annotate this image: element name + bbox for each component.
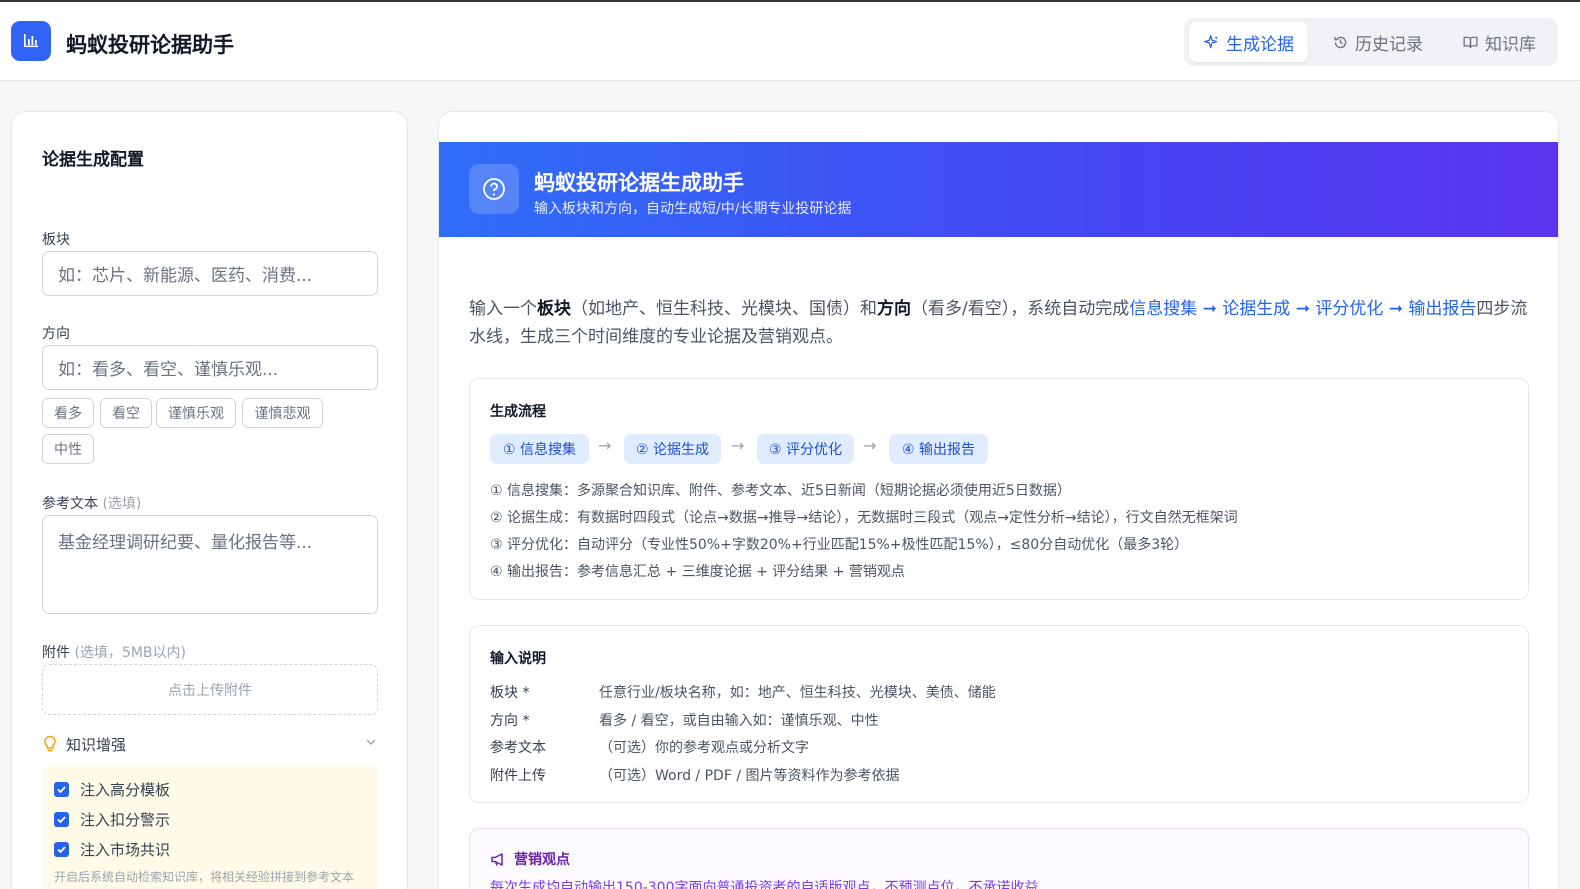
flow-card-title: 生成流程	[490, 404, 546, 420]
nav-history-label: 历史记录	[1355, 34, 1423, 55]
nav-knowledge-button[interactable]: 知识库	[1448, 22, 1550, 62]
input-desc-key: 参考文本	[490, 740, 546, 756]
nav-generate-label: 生成论据	[1226, 34, 1294, 55]
flow-step-pill: ④ 输出报告	[889, 434, 988, 464]
chevron-down-icon	[366, 739, 376, 746]
direction-chip-bearish[interactable]: 看空	[100, 398, 152, 428]
config-panel-title: 论据生成配置	[42, 150, 144, 170]
megaphone-icon	[491, 852, 503, 866]
option-high-score-template[interactable]: 注入高分模板	[54, 779, 170, 800]
book-icon	[1463, 36, 1478, 48]
intro-paragraph: 输入一个板块（如地产、恒生科技、光模块、国债）和方向（看多/看空），系统自动完成…	[469, 295, 1534, 351]
banner-icon-box	[469, 164, 519, 214]
sector-input[interactable]: 如：芯片、新能源、医药、消费...	[42, 251, 378, 296]
bar-chart-icon	[24, 34, 38, 48]
option-label: 注入高分模板	[80, 781, 171, 799]
nav-history-button[interactable]: 历史记录	[1318, 22, 1437, 62]
reference-textarea[interactable]: 基金经理调研纪要、量化报告等...	[42, 515, 378, 614]
app-logo	[11, 21, 51, 61]
attachment-label-text: 附件	[42, 645, 70, 661]
content-panel: 蚂蚁投研论据生成助手 输入板块和方向，自动生成短/中/长期专业投研论据 输入一个…	[438, 111, 1559, 889]
knowledge-toggle[interactable]: 知识增强	[42, 732, 378, 756]
direction-chip-bullish[interactable]: 看多	[42, 398, 94, 428]
direction-chip-cautious-bearish[interactable]: 谨慎悲观	[242, 398, 323, 428]
nav-knowledge-label: 知识库	[1485, 34, 1536, 55]
option-label: 注入市场共识	[80, 841, 171, 859]
marketing-card: 营销观点 每次生成均自动输出150-300字面向普通投资者的自适版观点，不预测点…	[469, 828, 1529, 889]
marketing-title: 营销观点	[490, 849, 570, 869]
app-title: 蚂蚁投研论据助手	[66, 33, 234, 57]
intro-text: （看多/看空），系统自动完成	[911, 299, 1130, 319]
direction-input[interactable]: 如：看多、看空、谨慎乐观...	[42, 345, 378, 390]
flow-arrow: →	[598, 436, 612, 455]
flow-arrow: →	[731, 436, 745, 455]
knowledge-label: 知识增强	[66, 735, 127, 754]
input-desc-value: （可选）Word / PDF / 图片等资料作为参考依据	[599, 768, 900, 784]
knowledge-note: 开启后系统自动检索知识库，将相关经验拼接到参考文本	[54, 870, 355, 884]
option-deduction-warning[interactable]: 注入扣分警示	[54, 809, 170, 830]
direction-chip-cautious-bullish[interactable]: 谨慎乐观	[156, 398, 236, 428]
flow-arrow: →	[863, 436, 877, 455]
flow-step-pill: ③ 评分优化	[757, 434, 854, 464]
hero-banner: 蚂蚁投研论据生成助手 输入板块和方向，自动生成短/中/长期专业投研论据	[439, 142, 1558, 237]
app-header: 蚂蚁投研论据助手 生成论据 历史记录 知识库	[0, 2, 1580, 81]
flow-card: 生成流程 ① 信息搜集 → ② 论据生成 → ③ 评分优化 → ④ 输出报告 ①…	[469, 378, 1529, 600]
nav-generate-button[interactable]: 生成论据	[1189, 22, 1308, 62]
attachment-label: 附件 (选填，5MB以内)	[42, 642, 186, 662]
lightbulb-icon	[44, 735, 56, 752]
flow-detail-line: ② 论据生成：有数据时四段式（论点→数据→推导→结论），无数据时三段式（观点→定…	[490, 510, 1238, 526]
reference-label-text: 参考文本	[42, 496, 98, 512]
direction-chip-neutral[interactable]: 中性	[42, 434, 94, 464]
flow-detail-line: ① 信息搜集：多源聚合知识库、附件、参考文本、近5日新闻（短期论据必须使用近5日…	[490, 483, 1071, 499]
input-desc-value: 看多 / 看空，或自由输入如：谨慎乐观、中性	[599, 713, 879, 729]
input-desc-card: 输入说明 板块 * 任意行业/板块名称，如：地产、恒生科技、光模块、美债、储能 …	[469, 625, 1529, 803]
checkbox-checked-icon[interactable]	[54, 842, 69, 857]
option-market-consensus[interactable]: 注入市场共识	[54, 839, 170, 860]
input-desc-value: 任意行业/板块名称，如：地产、恒生科技、光模块、美债、储能	[599, 685, 996, 701]
help-circle-icon	[483, 178, 505, 200]
checkbox-checked-icon[interactable]	[54, 812, 69, 827]
intro-text: （如地产、恒生科技、光模块、国债）和	[571, 299, 877, 319]
intro-text: 输入一个	[469, 299, 537, 319]
input-desc-key: 板块 *	[490, 685, 530, 701]
flow-detail-line: ④ 输出报告：参考信息汇总 + 三维度论据 + 评分结果 + 营销观点	[490, 564, 905, 580]
input-desc-title: 输入说明	[490, 651, 546, 667]
checkbox-checked-icon[interactable]	[54, 782, 69, 797]
attachment-optional-hint: (选填，5MB以内)	[74, 645, 186, 661]
reference-optional-hint: (选填)	[102, 496, 142, 512]
reference-label: 参考文本 (选填)	[42, 493, 141, 513]
intro-pipeline-highlight: 信息搜集 ➞ 论据生成 ➞ 评分优化 ➞ 输出报告	[1129, 299, 1477, 319]
marketing-text: 每次生成均自动输出150-300字面向普通投资者的自适版观点，不预测点位，不承诺…	[490, 880, 1039, 889]
sector-label: 板块	[42, 232, 70, 248]
attachment-upload-button[interactable]: 点击上传附件	[42, 664, 378, 715]
history-icon	[1333, 36, 1347, 48]
input-desc-key: 附件上传	[490, 768, 546, 784]
config-panel: 论据生成配置 板块 如：芯片、新能源、医药、消费... 方向 如：看多、看空、谨…	[11, 111, 408, 889]
marketing-title-text: 营销观点	[514, 852, 570, 868]
intro-keyword-direction: 方向	[877, 299, 911, 319]
flow-detail-line: ③ 评分优化：自动评分（专业性50%+字数20%+行业匹配15%+极性匹配15%…	[490, 537, 1189, 553]
intro-keyword-sector: 板块	[537, 299, 571, 319]
direction-label: 方向	[42, 326, 70, 342]
banner-title: 蚂蚁投研论据生成助手	[534, 171, 744, 195]
flow-step-pill: ② 论据生成	[624, 434, 721, 464]
option-label: 注入扣分警示	[80, 811, 171, 829]
input-desc-value: （可选）你的参考观点或分析文字	[599, 740, 809, 756]
input-desc-key: 方向 *	[490, 713, 530, 729]
banner-subtitle: 输入板块和方向，自动生成短/中/长期专业投研论据	[534, 201, 852, 217]
knowledge-options: 注入高分模板 注入扣分警示 注入市场共识 开启后系统自动检索知识库，将相关经验拼…	[42, 766, 378, 889]
main-nav: 生成论据 历史记录 知识库	[1184, 18, 1558, 66]
flow-step-pill: ① 信息搜集	[490, 434, 589, 464]
sparkle-icon	[1204, 34, 1218, 48]
